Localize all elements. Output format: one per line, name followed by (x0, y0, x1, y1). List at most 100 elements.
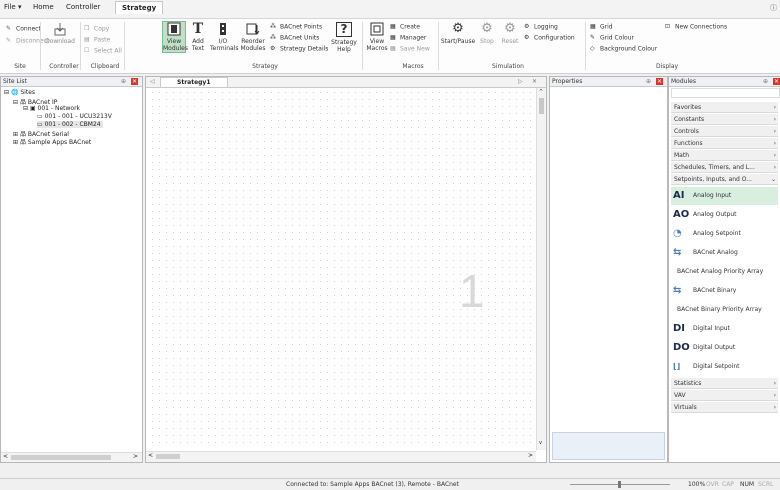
tree-item-controller-ucu[interactable]: ▭ 001 - 001 - UCU3213V (37, 113, 112, 120)
grid-colour-button[interactable]: ✎ Grid Colour (590, 34, 634, 42)
tree-item-network[interactable]: ⊟ ▣ 001 - Network (23, 105, 80, 112)
module-digital-setpoint[interactable]: ⌊⌋ Digital Setpoint (671, 358, 778, 376)
tab-strategy1[interactable]: Strategy1 (160, 77, 228, 87)
menu-home[interactable]: Home (33, 3, 54, 11)
scroll-right-icon[interactable]: > (133, 453, 138, 460)
bacnet-units-button[interactable]: ⁂ BACnet Units (270, 34, 319, 42)
scroll-thumb[interactable] (539, 98, 544, 114)
category-functions[interactable]: Functions › (671, 138, 778, 149)
category-controls[interactable]: Controls › (671, 126, 778, 137)
bacnet-units-label: BACnet Units (280, 34, 320, 42)
scroll-right-icon[interactable]: > (528, 452, 533, 459)
configuration-button[interactable]: ⚙ Configuration (524, 34, 575, 42)
tree-label: 001 - 001 - UCU3213V (44, 113, 112, 120)
module-bacnet-analog-priority-array[interactable]: BACnet Analog Priority Array (671, 263, 778, 281)
category-virtuals[interactable]: Virtuals › (671, 402, 778, 413)
background-colour-button[interactable]: ◇ Background Colour (590, 45, 657, 53)
close-icon[interactable]: ✕ (131, 78, 138, 85)
zoom-slider-thumb[interactable] (618, 481, 621, 488)
module-bacnet-analog[interactable]: ⇆ BACnet Analog (671, 244, 778, 262)
paste-button[interactable]: ▤ Paste (84, 36, 110, 44)
paste-icon: ▤ (84, 36, 90, 43)
macro-manager-button[interactable]: ▦ Manager (390, 34, 426, 42)
module-analog-input[interactable]: AI Analog Input (671, 187, 778, 205)
module-analog-output[interactable]: AO Analog Output (671, 206, 778, 224)
module-label: Analog Input (693, 192, 732, 199)
category-setpoints[interactable]: Setpoints, Inputs, and O... ⌄ (671, 174, 778, 185)
add-text-button[interactable]: T Add Text (188, 22, 208, 52)
tab-scroll-left-icon[interactable]: ◁ (150, 78, 155, 85)
create-icon: ▦ (390, 23, 396, 30)
module-bacnet-binary-priority-array[interactable]: BACnet Binary Priority Array (671, 301, 778, 319)
scroll-left-icon[interactable]: < (3, 453, 8, 460)
module-digital-input[interactable]: DI Digital Input (671, 320, 778, 338)
module-digital-output[interactable]: DO Digital Output (671, 339, 778, 357)
create-macro-button[interactable]: ▦ Create (390, 23, 420, 31)
close-icon[interactable]: ✕ (773, 78, 780, 85)
connection-status: Connected to: Sample Apps BACnet (3), Re… (286, 481, 459, 488)
reorder-modules-button[interactable]: Reorder Modules (240, 22, 266, 52)
text-icon: T (192, 21, 204, 37)
copy-button[interactable]: ❐ Copy (84, 25, 109, 33)
vertical-scrollbar[interactable]: ^ v (536, 88, 546, 450)
module-label: Digital Output (693, 344, 736, 351)
reset-label: Reset (501, 38, 519, 45)
pin-icon[interactable]: ⊕ (763, 78, 768, 85)
connect-button[interactable]: ✎ Connect (6, 25, 41, 33)
modules-search-bar[interactable] (671, 88, 780, 98)
grid-button[interactable]: ▦ Grid (590, 23, 613, 31)
strategy-details-button[interactable]: ⚙ Strategy Details (270, 45, 328, 53)
category-schedules[interactable]: Schedules, Timers, and L... › (671, 162, 778, 173)
expand-icon[interactable]: ⊞ (13, 139, 18, 146)
save-new-macro-button[interactable]: ▦ Save New (390, 45, 430, 53)
collapse-icon[interactable]: ⊟ (23, 105, 28, 112)
scroll-up-icon[interactable]: ^ (539, 89, 543, 95)
menu-strategy[interactable]: Strategy (115, 1, 164, 14)
category-vav[interactable]: VAV › (671, 390, 778, 401)
help-icon[interactable]: ⓘ (770, 3, 777, 13)
tree-item-controller-cbm[interactable]: ▭ 001 - 002 - CBM24 (37, 121, 103, 128)
view-modules-button[interactable]: View Modules (162, 21, 188, 53)
module-analog-setpoint[interactable]: ◔ Analog Setpoint (671, 225, 778, 243)
collapse-icon[interactable]: ⊟ (4, 89, 9, 96)
tree-item-sample-apps[interactable]: ⊞ 品 Sample Apps BACnet (13, 137, 91, 146)
tab-scroll-right-icon[interactable]: ▷ (518, 78, 523, 85)
horizontal-scrollbar[interactable]: < > (1, 452, 142, 462)
separator (80, 22, 81, 70)
start-pause-button[interactable]: ⚙ Start/Pause (440, 22, 476, 46)
category-math[interactable]: Math › (671, 150, 778, 161)
group-site-label: Site (14, 63, 26, 70)
logging-label: Logging (534, 23, 558, 31)
strategy-help-button[interactable]: ? Strategy Help (330, 22, 358, 53)
pin-icon[interactable]: ⊕ (121, 78, 126, 85)
view-macros-button[interactable]: View Macros (366, 22, 388, 52)
bacnet-points-button[interactable]: ⁂ BACnet Points (270, 23, 322, 31)
close-icon[interactable]: ✕ (656, 78, 663, 85)
tab-close-icon[interactable]: ✕ (532, 78, 537, 85)
strategy-canvas[interactable]: 1 (149, 89, 534, 444)
horizontal-scrollbar[interactable]: < > (146, 451, 536, 462)
category-favorites[interactable]: Favorites › (671, 102, 778, 113)
scroll-thumb[interactable] (11, 455, 111, 460)
category-statistics[interactable]: Statistics › (671, 378, 778, 389)
io-terminals-button[interactable]: I/O Terminals (210, 22, 238, 52)
menu-controller[interactable]: Controller (66, 3, 100, 11)
stop-button[interactable]: ⚙ Stop (478, 22, 496, 46)
logging-button[interactable]: ⚙ Logging (524, 23, 558, 31)
pin-icon[interactable]: ⊕ (646, 78, 651, 85)
module-bacnet-binary[interactable]: ⇆ BACnet Binary (671, 282, 778, 300)
category-label: VAV (674, 392, 686, 399)
copy-label: Copy (94, 25, 110, 33)
select-all-button[interactable]: ☐ Select All (84, 47, 122, 55)
scroll-thumb[interactable] (156, 454, 180, 459)
scroll-left-icon[interactable]: < (148, 452, 153, 459)
scroll-down-icon[interactable]: v (539, 440, 542, 446)
tree-item-sites[interactable]: ⊟ 🌐 Sites (4, 89, 35, 96)
download-button[interactable]: Download (42, 22, 78, 45)
new-connections-button[interactable]: ⊡ New Connections (665, 23, 727, 31)
category-constants[interactable]: Constants › (671, 114, 778, 125)
reset-button[interactable]: ⚙ Reset (500, 22, 520, 46)
collapse-icon[interactable]: ⊟ (13, 99, 18, 106)
menu-file[interactable]: File ▾ (4, 3, 21, 11)
modules-label: Modules (163, 45, 188, 52)
